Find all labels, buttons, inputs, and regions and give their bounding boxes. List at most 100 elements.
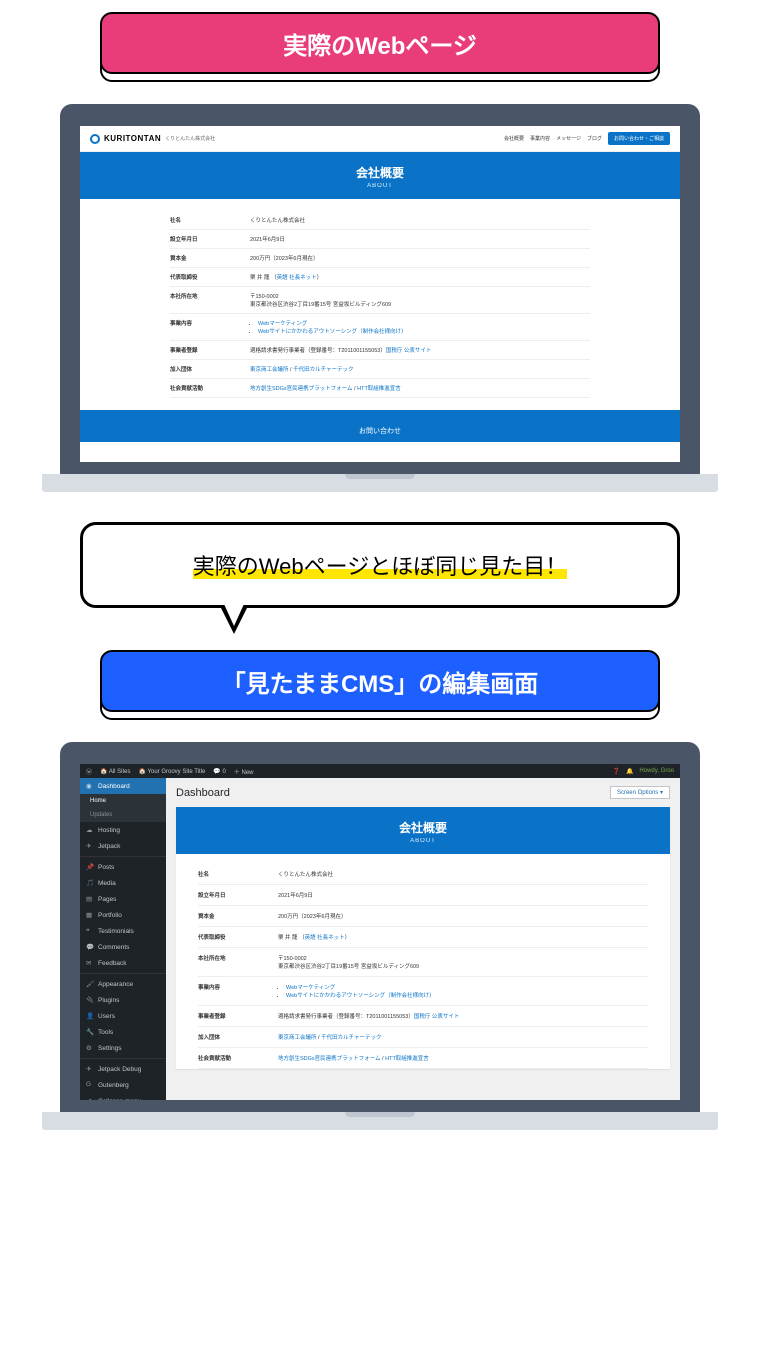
sidebar-item-label: Tools [98, 1029, 113, 1036]
port-icon: ▦ [86, 911, 94, 919]
sidebar-item-portfolio[interactable]: ▦ Portfolio [80, 907, 166, 923]
row-label: 事業内容 [198, 983, 278, 999]
site-nav: 会社概要 事業内容 メッセージ ブログ お問い合わせ・ご相談 [504, 132, 670, 145]
row-label: 社名 [198, 870, 278, 878]
site-logo: KURITONTAN [104, 134, 161, 143]
sidebar-item-updates[interactable]: Updates [80, 808, 166, 822]
sidebar-item-label: Testimonials [98, 928, 134, 935]
table-row: 社名くりとんたん株式会社 [198, 864, 648, 885]
sidebar-item-label: Portfolio [98, 912, 122, 919]
sidebar-item-collapse-menu[interactable]: ◀Collapse menu [80, 1093, 166, 1100]
brush-icon: 🖌 [86, 980, 94, 988]
sidebar-item-users[interactable]: 👤Users [80, 1008, 166, 1024]
nav-item[interactable]: 会社概要 [504, 135, 524, 142]
editor-preview: 会社概要 ABOUT 社名くりとんたん株式会社設立年月日2021年6月9日資本金… [176, 807, 670, 1069]
site-logo-sub: くりとんたん株式会社 [165, 135, 215, 142]
plug-icon: 🔌 [86, 996, 94, 1004]
nav-item[interactable]: ブログ [587, 135, 602, 142]
nav-item[interactable]: 事業内容 [530, 135, 550, 142]
site-title-link[interactable]: 🏠 Your Groovy Site Title [139, 768, 206, 775]
sidebar-item-plugins[interactable]: 🔌 Plugins [80, 992, 166, 1008]
sidebar-item-media[interactable]: 🎵Media [80, 875, 166, 891]
row-value: 2021年6月9日 [250, 235, 590, 243]
sidebar-item-testimonials[interactable]: ❝ Testimonials [80, 923, 166, 939]
row-value: 〒150-0002東京都渋谷区渋谷2丁目19番15号 宮益坂ビルディング609 [278, 954, 648, 970]
dashboard-heading: Dashboard [176, 787, 230, 799]
sidebar-item-label: Comments [98, 944, 129, 951]
page-title: 会社概要 [80, 164, 680, 181]
howdy-user[interactable]: Howdy, Groo [639, 768, 674, 774]
wp-logo-icon[interactable]: ⓦ [86, 767, 92, 776]
sidebar-item-dashboard[interactable]: ◉Dashboard [80, 778, 166, 794]
row-label: 社名 [170, 216, 250, 224]
table-row: 事業内容WebマーケティングWebサイトにかかわるアウトソーシング（制作会社様向… [198, 977, 648, 1006]
sidebar-item-comments[interactable]: 💬 Comments [80, 939, 166, 955]
row-value: WebマーケティングWebサイトにかかわるアウトソーシング（制作会社様向け） [250, 319, 590, 335]
sidebar-item-label: Jetpack Debug [98, 1066, 141, 1073]
sidebar-item-appearance[interactable]: 🖌 Appearance [80, 976, 166, 992]
cloud-icon: ☁ [86, 826, 94, 834]
sidebar-item-posts[interactable]: 📌Posts [80, 859, 166, 875]
all-sites-link[interactable]: 🏠 All Sites [100, 768, 131, 775]
sidebar-item-hosting[interactable]: ☁ Hosting [80, 822, 166, 838]
sidebar-item-label: Appearance [98, 981, 133, 988]
row-value: 東京商工会議所 / 千代田カルチャーテック [250, 365, 590, 373]
wp-admin-bar: ⓦ 🏠 All Sites 🏠 Your Groovy Site Title 💬… [80, 764, 680, 778]
actual-page-mockup: KURITONTAN くりとんたん株式会社 会社概要 事業内容 メッセージ ブロ… [60, 104, 700, 492]
gear-icon: ⚙ [86, 1044, 94, 1052]
bubble-text: 実際のWebページとほぼ同じ見た目！ [193, 554, 567, 579]
page-hero: 会社概要 ABOUT [80, 152, 680, 199]
laptop-base [42, 474, 718, 492]
sidebar-item-label: Hosting [98, 827, 120, 834]
sidebar-item-home[interactable]: Home [80, 794, 166, 808]
help-icon[interactable]: ❓ [612, 768, 619, 775]
notification-icon[interactable]: 🔔 [626, 768, 633, 775]
sidebar-item-pages[interactable]: ▤Pages [80, 891, 166, 907]
quote-icon: ❝ [86, 927, 94, 935]
nav-item[interactable]: メッセージ [556, 135, 581, 142]
row-label: 資本金 [198, 912, 278, 920]
sidebar-item-label: Updates [90, 812, 112, 818]
sidebar-item-label: Gutenberg [98, 1082, 129, 1089]
comments-count[interactable]: 💬 0 [213, 768, 225, 775]
actual-page-banner-label: 実際のWebページ [100, 12, 660, 74]
table-row: 設立年月日2021年6月9日 [170, 230, 590, 249]
wp-sidebar: ◉Dashboard Home Updates ☁ Hosting ✈ Jetpack 📌Po… [80, 778, 166, 1100]
table-row: 社会貢献活動地方創生SDGs官民連携プラットフォーム / HTT取組推進宣言 [170, 379, 590, 398]
row-label: 社会貢献活動 [198, 1054, 278, 1062]
sidebar-item-label: Settings [98, 1045, 122, 1052]
sidebar-item-label: Pages [98, 896, 116, 903]
row-label: 事業者登録 [198, 1012, 278, 1020]
row-label: 本社所在地 [198, 954, 278, 970]
screen-options-button[interactable]: Screen Options ▾ [610, 786, 670, 799]
sidebar-item-label: Jetpack [98, 843, 120, 850]
row-value: 栗 井 龍 （英語 社長ネット） [278, 933, 648, 941]
sidebar-item-label: Plugins [98, 997, 119, 1004]
table-row: 本社所在地〒150-0002東京都渋谷区渋谷2丁目19番15号 宮益坂ビルディン… [198, 948, 648, 977]
comment-icon: 💬 [86, 943, 94, 951]
collapse-icon: ◀ [86, 1097, 94, 1100]
row-value: 2021年6月9日 [278, 891, 648, 899]
jet-icon: ✈ [86, 842, 94, 850]
sidebar-item-jetpack[interactable]: ✈ Jetpack [80, 838, 166, 854]
row-value: 200万円（2023年6月現在） [250, 254, 590, 262]
sidebar-item-feedback[interactable]: ✉Feedback [80, 955, 166, 971]
contact-button[interactable]: お問い合わせ・ご相談 [608, 132, 670, 145]
sidebar-item-jetpack-debug[interactable]: ✈Jetpack Debug [80, 1061, 166, 1077]
row-value: 〒150-0002東京都渋谷区渋谷2丁目19番15号 宮益坂ビルディング609 [250, 292, 590, 308]
new-button[interactable]: ＋ New [234, 767, 254, 776]
row-label: 代表取締役 [198, 933, 278, 941]
row-value: 地方創生SDGs官民連携プラットフォーム / HTT取組推進宣言 [250, 384, 590, 392]
table-row: 事業者登録適格請求書発行事業者（登録番号：T2011001155053）国税庁 … [170, 341, 590, 360]
row-value: くりとんたん株式会社 [250, 216, 590, 224]
sidebar-item-settings[interactable]: ⚙ Settings [80, 1040, 166, 1056]
company-info-table: 社名くりとんたん株式会社設立年月日2021年6月9日資本金200万円（2023年… [170, 211, 590, 398]
sidebar-item-tools[interactable]: 🔧Tools [80, 1024, 166, 1040]
row-label: 資本金 [170, 254, 250, 262]
row-value: くりとんたん株式会社 [278, 870, 648, 878]
sidebar-item-label: Home [90, 798, 106, 804]
table-row: 事業者登録適格請求書発行事業者（登録番号：T2011001155053）国税庁 … [198, 1006, 648, 1027]
wp-main: Dashboard Screen Options ▾ 会社概要 ABOUT 社名… [166, 778, 680, 1100]
sidebar-item-gutenberg[interactable]: GGutenberg [80, 1077, 166, 1093]
row-label: 社会貢献活動 [170, 384, 250, 392]
